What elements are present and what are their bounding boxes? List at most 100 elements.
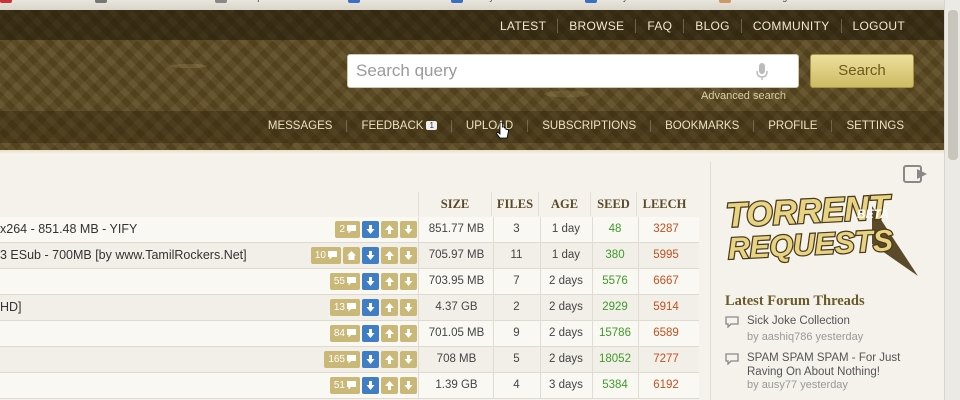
downvote-icon[interactable]: [400, 325, 417, 342]
comment-count-button[interactable]: 13: [329, 299, 360, 316]
downvote-icon[interactable]: [400, 221, 417, 238]
upvote-icon[interactable]: [381, 299, 398, 316]
comment-count-button[interactable]: 55: [329, 273, 360, 290]
search-box[interactable]: [347, 54, 799, 88]
download-icon[interactable]: [362, 221, 379, 238]
leech-cell: 5914: [653, 301, 679, 313]
seed-cell: 48: [608, 223, 622, 235]
age-cell: 3 days: [549, 379, 583, 391]
thread-user[interactable]: ausy77: [762, 379, 797, 391]
comment-bubble-icon: [347, 303, 356, 312]
user-nav-settings[interactable]: SETTINGS: [831, 120, 918, 132]
upvote-icon[interactable]: [381, 221, 398, 238]
search-input[interactable]: [348, 55, 738, 87]
leech-cell: 7277: [653, 353, 679, 365]
table-row[interactable]: HD] 13 4.37 GB 2 2 days 2929 5914: [0, 295, 699, 321]
top-nav-latest[interactable]: LATEST: [489, 19, 557, 33]
top-nav-faq[interactable]: FAQ: [635, 19, 683, 33]
comment-count-button[interactable]: 51: [329, 377, 360, 394]
download-icon[interactable]: [362, 377, 379, 394]
comment-count-button[interactable]: 2: [335, 221, 360, 238]
column-divider: [418, 347, 419, 373]
user-nav-label: SETTINGS: [846, 120, 904, 132]
bookmark-label: http://www.bust.com: [247, 0, 328, 2]
table-row[interactable]: x264 - 851.48 MB - YIFY 2 851.77 MB 3 1 day 4…: [0, 217, 699, 243]
torrent-name-link[interactable]: 3 ESub - 700MB [by www.TamilRockers.Net]: [0, 248, 318, 262]
downvote-icon[interactable]: [400, 377, 417, 394]
download-icon[interactable]: [362, 325, 379, 342]
user-nav-messages[interactable]: MESSAGES: [254, 120, 347, 132]
files-cell: 5: [513, 353, 520, 365]
upvote-icon[interactable]: [381, 273, 398, 290]
search-button[interactable]: Search: [810, 54, 914, 88]
column-header-leech[interactable]: LEECH: [636, 192, 692, 216]
download-icon[interactable]: [362, 273, 379, 290]
table-row[interactable]: 51 1.39 GB 4 3 days 5384 6192: [0, 373, 699, 399]
bookmark-item[interactable]: Messenger Rockets: [718, 0, 830, 7]
column-header-age[interactable]: AGE: [538, 192, 590, 216]
downvote-icon[interactable]: [400, 351, 417, 368]
downvote-icon[interactable]: [400, 299, 417, 316]
bookmark-label: Yeah Wish: [32, 0, 75, 2]
leech-cell: 3287: [653, 223, 679, 235]
bookmark-favicon-icon: [347, 0, 360, 3]
comment-count-button[interactable]: 10: [310, 247, 341, 264]
torrent-name-link[interactable]: x264 - 851.48 MB - YIFY: [0, 222, 318, 236]
bookmark-item[interactable]: Nexus - Pastebin: [94, 0, 196, 7]
upvote-icon[interactable]: [381, 325, 398, 342]
bookmark-favicon-icon: [215, 0, 228, 3]
bookmark-item[interactable]: KyeZeVents - Yahoo: [585, 0, 699, 7]
files-cell: 4: [513, 379, 520, 391]
dropdown-caret-icon[interactable]: ▼: [287, 140, 295, 149]
top-nav-community[interactable]: COMMUNITY: [740, 19, 841, 33]
comment-count-button[interactable]: 84: [329, 325, 360, 342]
comment-bubble-icon: [347, 329, 356, 338]
download-icon[interactable]: [362, 351, 379, 368]
user-nav-label: PROFILE: [768, 120, 818, 132]
microphone-icon[interactable]: [756, 63, 768, 81]
table-row[interactable]: 84 701.05 MB 9 2 days 15786 6589: [0, 321, 699, 347]
advanced-search-link[interactable]: Advanced search: [701, 90, 786, 102]
user-nav-subscriptions[interactable]: SUBSCRIPTIONS: [527, 120, 650, 132]
feed-toggle-icon[interactable]: [903, 165, 929, 183]
torrent-requests-logo[interactable]: TORRENT BETA REQUESTS: [722, 186, 922, 278]
table-row[interactable]: 165 708 MB 5 2 days 18052 7277: [0, 347, 699, 373]
thread-user[interactable]: aashiq786: [762, 331, 813, 343]
top-nav-logout[interactable]: LOGOUT: [840, 19, 916, 33]
leech-cell: 6192: [653, 379, 679, 391]
user-nav-feedback[interactable]: FEEDBACK 1: [346, 120, 450, 132]
column-header-files[interactable]: FILES: [491, 192, 538, 216]
thread-meta: by aashiq786 yesterday: [747, 331, 863, 343]
top-nav-blog[interactable]: BLOG: [683, 19, 741, 33]
scrollbar-thumb[interactable]: [948, 10, 958, 160]
thread-title[interactable]: SPAM SPAM SPAM - For Just Raving On Abou…: [747, 351, 937, 379]
upvote-icon[interactable]: [381, 377, 398, 394]
header-divider: [0, 150, 944, 154]
table-row[interactable]: 55 703.95 MB 7 2 days 5576 6667: [0, 269, 699, 295]
bookmark-label: Nexus - Pastebin: [127, 0, 196, 2]
column-header-size[interactable]: SIZE: [418, 192, 491, 216]
thread-title[interactable]: Sick Joke Collection: [747, 314, 937, 328]
bookmark-item[interactable]: Nexus - VPS: [347, 0, 431, 7]
user-nav-bookmarks[interactable]: BOOKMARKS: [650, 120, 753, 132]
bookmark-favicon-icon: [0, 0, 12, 3]
upvote-icon[interactable]: [381, 351, 398, 368]
table-row[interactable]: 3 ESub - 700MB [by www.TamilRockers.Net]…: [0, 243, 699, 269]
upvote-icon[interactable]: [381, 247, 398, 264]
downvote-icon[interactable]: [400, 247, 417, 264]
page-scrollbar[interactable]: [944, 0, 960, 400]
bookmark-item[interactable]: Yeah Wish: [0, 0, 75, 7]
verified-uploader-icon[interactable]: [343, 247, 360, 264]
size-cell: 4.37 GB: [435, 301, 478, 313]
torrent-name-link[interactable]: HD]: [0, 300, 318, 314]
download-icon[interactable]: [362, 247, 379, 264]
download-icon[interactable]: [362, 299, 379, 316]
bookmark-item[interactable]: KyeZeVents - Yahoo: [451, 0, 565, 7]
top-nav-browse[interactable]: BROWSE: [557, 19, 635, 33]
comment-count-button[interactable]: 165: [324, 351, 360, 368]
bookmark-item[interactable]: http://www.bust.com: [215, 0, 328, 7]
downvote-icon[interactable]: [400, 273, 417, 290]
user-nav-profile[interactable]: PROFILE: [753, 120, 831, 132]
column-header-seed[interactable]: SEED: [590, 192, 636, 216]
user-nav-upload[interactable]: UPLOAD: [450, 120, 527, 132]
